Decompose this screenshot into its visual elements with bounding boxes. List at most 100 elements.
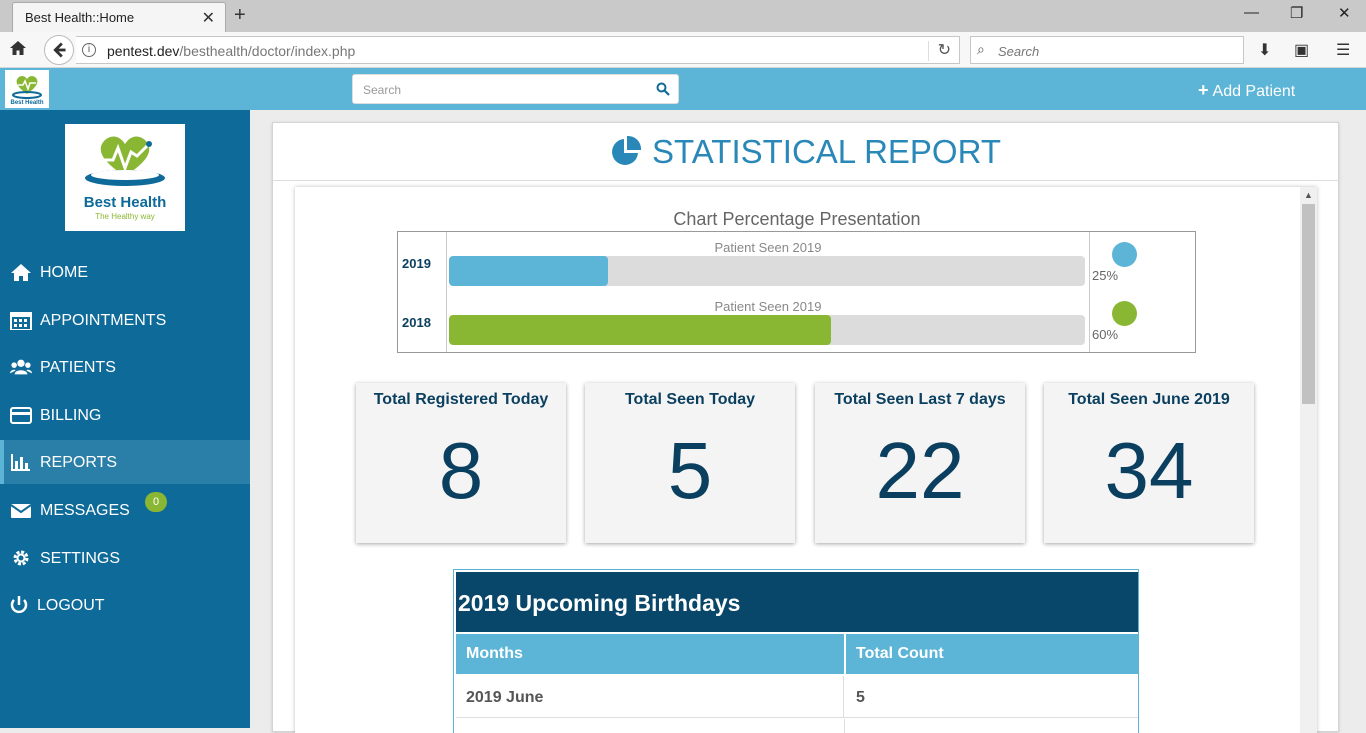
bar-track <box>449 315 1085 345</box>
stat-card-seen-last-7-days: Total Seen Last 7 days 22 <box>815 383 1025 543</box>
stat-card-registered-today: Total Registered Today 8 <box>356 383 566 543</box>
column-header-months: Months <box>456 634 844 674</box>
stat-value: 5 <box>667 426 713 515</box>
sidebar-item-label: SETTINGS <box>40 550 121 567</box>
stat-label: Total Seen Last 7 days <box>834 391 1006 408</box>
download-icon[interactable]: ⬇ <box>1258 40 1271 60</box>
brand-logo[interactable]: Best Health The Healthy way <box>65 124 185 231</box>
logo-name-small: Best Health <box>10 100 43 106</box>
scroll-up-icon[interactable]: ▲ <box>1300 187 1317 204</box>
divider <box>446 232 447 352</box>
sidebar-item-label: LOGOUT <box>37 597 105 614</box>
sidebar-item-patients[interactable]: PATIENTS <box>0 345 250 389</box>
sidebar-item-label: MESSAGES <box>40 502 130 519</box>
home-icon[interactable] <box>9 39 27 57</box>
stat-value: 8 <box>438 426 484 515</box>
logo-name: Best Health <box>83 194 167 211</box>
stat-card-seen-month: Total Seen June 2019 34 <box>1044 383 1254 543</box>
birthdays-table: 2019 Upcoming Birthdays Months Total Cou… <box>453 569 1139 733</box>
reload-icon[interactable]: ↻ <box>938 40 951 60</box>
sidebar-item-label: APPOINTMENTS <box>40 312 167 329</box>
close-tab-icon[interactable]: ✕ <box>202 8 215 28</box>
back-button[interactable] <box>44 35 74 65</box>
search-placeholder: Search <box>363 83 402 97</box>
home-icon <box>11 264 31 281</box>
stat-label: Total Seen Today <box>624 391 756 408</box>
browser-tab-bar: Best Health::Home ✕ + — ❐ ✕ <box>0 0 1366 32</box>
restore-icon[interactable]: ❐ <box>1290 4 1303 22</box>
close-window-icon[interactable]: ✕ <box>1338 4 1351 22</box>
address-bar[interactable]: i pentest.dev/besthealth/doctor/index.ph… <box>76 36 960 64</box>
bar-percent-label: 25% <box>1092 268 1119 283</box>
table-row <box>456 719 1138 733</box>
power-icon <box>10 596 28 614</box>
calendar-icon <box>10 312 32 330</box>
table-header-row: Months Total Count <box>456 634 1138 674</box>
sidebar-item-label: BILLING <box>40 407 102 424</box>
page-title: STATISTICAL REPORT <box>273 133 1338 171</box>
message-count-badge: 0 <box>145 492 167 512</box>
bar-chart-icon <box>11 454 30 471</box>
sidebar-item-appointments[interactable]: APPOINTMENTS <box>0 298 250 342</box>
gear-icon <box>13 550 29 566</box>
info-icon[interactable]: i <box>82 43 96 57</box>
heart-logo-icon: Best Health <box>10 75 44 106</box>
search-icon[interactable] <box>656 82 670 96</box>
sidebar-item-billing[interactable]: BILLING <box>0 393 250 437</box>
birthdays-title: 2019 Upcoming Birthdays <box>458 590 741 616</box>
browser-search-input[interactable]: ⌕ Search <box>970 36 1244 64</box>
sidebar-item-label: REPORTS <box>40 454 118 471</box>
chart-bar <box>449 315 831 345</box>
sidebar: Best Health The Healthy way HOME APPOINT… <box>0 110 250 728</box>
chart-title: Chart Percentage Presentation <box>673 209 921 229</box>
divider <box>844 719 845 733</box>
sidebar-item-logout[interactable]: LOGOUT <box>0 583 250 627</box>
search-icon: ⌕ <box>977 41 985 57</box>
menu-icon[interactable]: ☰ <box>1336 40 1350 60</box>
percentage-chart: 2019 Patient Seen 2019 25% 2018 Patient … <box>397 231 1196 353</box>
tab-title: Best Health::Home <box>25 10 135 25</box>
table-cell: 5 <box>856 689 865 706</box>
legend-dot <box>1112 242 1137 267</box>
add-patient-button[interactable]: + Add Patient <box>1198 80 1295 101</box>
chart-category-label: 2019 <box>402 256 431 271</box>
stat-value: 22 <box>875 426 965 515</box>
search-placeholder: Search <box>998 44 1040 59</box>
bar-caption: Patient Seen 2019 <box>714 240 822 255</box>
birthdays-table-header: 2019 Upcoming Birthdays <box>456 572 1138 632</box>
pie-chart-icon <box>612 135 642 165</box>
new-tab-icon[interactable]: + <box>234 4 246 27</box>
scrollbar[interactable]: ▲ <box>1300 187 1317 733</box>
divider <box>928 41 929 61</box>
chart-category-label: 2018 <box>402 315 431 330</box>
report-panel: STATISTICAL REPORT Chart Percentage Pres… <box>272 122 1339 733</box>
sidebar-toggle-icon[interactable]: ▣ <box>1294 40 1309 60</box>
app-top-bar: Best Health Search + Add Patient <box>0 68 1366 110</box>
users-icon <box>10 359 32 375</box>
sidebar-item-settings[interactable]: SETTINGS <box>0 536 250 580</box>
report-content: Chart Percentage Presentation 2019 Patie… <box>295 187 1317 733</box>
add-patient-label: Add Patient <box>1212 83 1296 100</box>
bar-percent-label: 60% <box>1092 327 1119 342</box>
plus-icon: + <box>1198 80 1209 100</box>
stat-card-seen-today: Total Seen Today 5 <box>585 383 795 543</box>
stat-label: Total Registered Today <box>373 391 549 408</box>
stat-label: Total Seen June 2019 <box>1068 391 1230 408</box>
column-header-total-count: Total Count <box>846 634 1138 674</box>
scroll-thumb[interactable] <box>1302 204 1315 404</box>
envelope-icon <box>10 504 32 518</box>
browser-tab[interactable]: Best Health::Home ✕ <box>12 2 226 32</box>
sidebar-item-messages[interactable]: MESSAGES 0 <box>0 488 250 532</box>
sidebar-item-reports[interactable]: REPORTS <box>0 440 250 484</box>
panel-header: STATISTICAL REPORT <box>273 123 1338 181</box>
brand-logo-small[interactable]: Best Health <box>5 70 49 108</box>
minimize-icon[interactable]: — <box>1244 4 1259 21</box>
logo-tagline: The Healthy way <box>95 212 155 221</box>
table-row: 2019 June 5 <box>456 676 1138 718</box>
patient-search-input[interactable]: Search <box>352 74 679 104</box>
stat-value: 34 <box>1104 426 1194 515</box>
sidebar-item-home[interactable]: HOME <box>0 250 250 294</box>
bar-track <box>449 256 1085 286</box>
legend-dot <box>1112 301 1137 326</box>
url-text: pentest.dev/besthealth/doctor/index.php <box>107 43 356 59</box>
